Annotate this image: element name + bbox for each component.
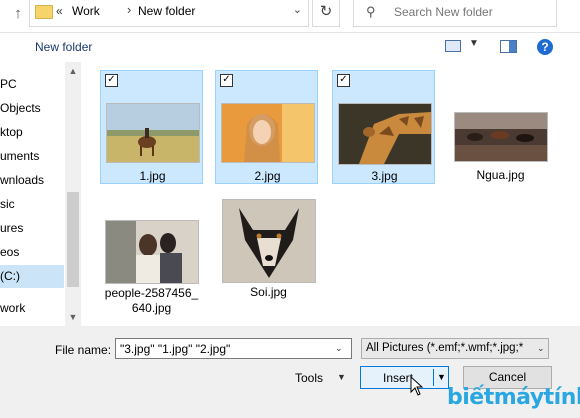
file-name: Soi.jpg xyxy=(250,285,287,299)
file-name: 2.jpg xyxy=(254,169,281,183)
new-folder-button[interactable]: New folder xyxy=(35,40,92,54)
file-type-select[interactable]: All Pictures (*.emf;*.wmf;*.jpg;* xyxy=(361,338,549,359)
insert-options-chevron-icon[interactable]: ▼ xyxy=(437,372,446,382)
tools-chevron-icon[interactable]: ▼ xyxy=(337,372,346,382)
help-icon[interactable]: ? xyxy=(537,39,553,55)
file-name-label: File name: xyxy=(55,343,112,357)
nav-item-3d-objects[interactable]: Objects xyxy=(0,97,64,120)
view-options-chevron-icon[interactable]: ▼ xyxy=(469,38,479,49)
nav-item-videos[interactable]: eos xyxy=(0,241,64,264)
breadcrumb-separator-icon[interactable]: › xyxy=(127,2,131,17)
checkmark-icon[interactable]: ✓ xyxy=(220,74,233,87)
nav-item-downloads[interactable]: wnloads xyxy=(0,169,64,192)
file-tile-3-jpg[interactable]: ✓ 3.jpg xyxy=(332,70,435,184)
folder-icon xyxy=(35,5,53,19)
file-tile-soi-jpg[interactable]: Soi.jpg xyxy=(217,186,320,300)
file-name-line1: people-2587456_ xyxy=(104,286,199,300)
breadcrumb-work[interactable]: Work xyxy=(72,4,100,18)
scroll-up-icon[interactable]: ▲ xyxy=(65,66,81,76)
address-bar[interactable]: « Work › New folder ⌄ xyxy=(29,0,309,27)
preview-pane-icon[interactable] xyxy=(500,40,517,53)
horses-running-thumbnail xyxy=(454,112,548,162)
nav-item-local-disk[interactable]: (C:) xyxy=(0,265,64,288)
nav-item-pc[interactable]: PC xyxy=(0,73,64,96)
file-name-dropdown-icon[interactable]: ⌄ xyxy=(335,343,343,354)
insert-button[interactable]: Insert ▼ xyxy=(360,366,449,389)
nav-item-pictures[interactable]: ures xyxy=(0,217,64,240)
nav-item-desktop[interactable]: ktop xyxy=(0,121,64,144)
breadcrumb-new-folder[interactable]: New folder xyxy=(138,4,195,18)
insert-label: Insert xyxy=(383,371,414,385)
file-name: 3.jpg xyxy=(371,169,398,183)
breadcrumb-overflow-icon[interactable]: « xyxy=(56,4,63,18)
search-input[interactable]: ⚲ Search New folder xyxy=(353,0,557,27)
scroll-thumb[interactable] xyxy=(67,192,79,287)
refresh-icon[interactable]: ↻ xyxy=(312,0,340,27)
checkmark-icon[interactable]: ✓ xyxy=(105,74,118,87)
giraffe-thumbnail xyxy=(338,103,432,165)
tools-menu-button[interactable]: Tools xyxy=(295,371,323,385)
up-arrow-icon[interactable]: ↑ xyxy=(8,4,28,24)
checkmark-icon[interactable]: ✓ xyxy=(337,74,350,87)
nav-item-music[interactable]: sic xyxy=(0,193,64,216)
nav-item-documents[interactable]: uments xyxy=(0,145,64,168)
nav-item-network[interactable]: work xyxy=(0,297,64,320)
file-tile-people-jpg[interactable]: people-2587456_ 640.jpg xyxy=(100,186,203,318)
scroll-down-icon[interactable]: ▼ xyxy=(65,312,81,322)
nav-scrollbar[interactable]: ▲ ▼ xyxy=(65,62,81,326)
mouse-cursor-icon xyxy=(410,376,423,396)
file-list: ✓ 1.jpg ✓ 2.jpg ✓ 3.jpg Ngua.jpg people-… xyxy=(83,62,580,326)
woman-portrait-thumbnail xyxy=(221,103,315,163)
file-name: Ngua.jpg xyxy=(476,168,525,182)
change-view-icon[interactable] xyxy=(445,40,461,52)
file-tile-2-jpg[interactable]: ✓ 2.jpg xyxy=(215,70,318,184)
file-name-field[interactable]: "3.jpg" "1.jpg" "2.jpg" xyxy=(115,338,352,359)
chevron-down-icon[interactable]: ⌄ xyxy=(293,3,302,16)
horse-rider-thumbnail xyxy=(106,103,200,163)
file-name-line2: 640.jpg xyxy=(131,301,172,315)
search-icon: ⚲ xyxy=(366,4,376,19)
file-name: 1.jpg xyxy=(139,169,166,183)
search-placeholder: Search New folder xyxy=(394,5,493,19)
split-divider xyxy=(433,369,434,386)
chevron-down-icon[interactable]: ⌄ xyxy=(537,343,545,354)
file-tile-1-jpg[interactable]: ✓ 1.jpg xyxy=(100,70,203,184)
file-tile-ngua-jpg[interactable]: Ngua.jpg xyxy=(449,70,552,184)
watermark-logo: biếtmáytính xyxy=(447,385,580,410)
couple-kissing-thumbnail xyxy=(105,220,199,284)
husky-dog-thumbnail xyxy=(222,199,316,283)
